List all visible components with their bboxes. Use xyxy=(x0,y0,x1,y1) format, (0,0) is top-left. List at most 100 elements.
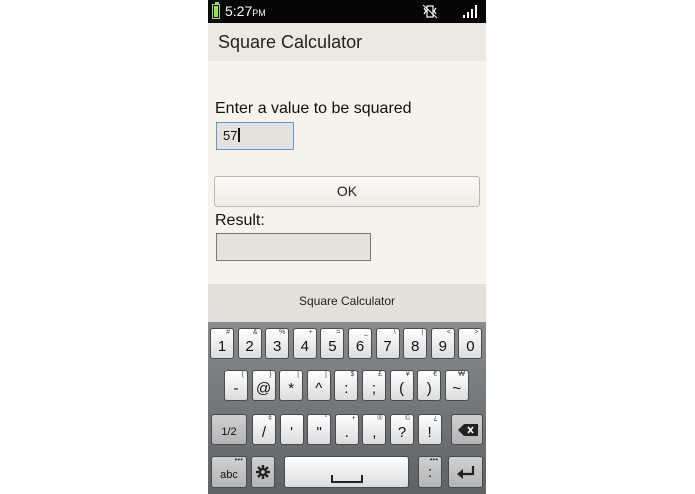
key-label: @ xyxy=(255,380,272,397)
key-secondary-label: { xyxy=(241,371,244,378)
key-label: 2 xyxy=(245,338,254,355)
status-bar: 5:27PM xyxy=(208,0,486,23)
key-row3-0[interactable]: ¢ / xyxy=(252,414,276,445)
space-bar[interactable] xyxy=(284,456,409,488)
key-row1-8[interactable]: <9 xyxy=(430,328,455,359)
key-half-toggle[interactable]: 1/2 xyxy=(211,414,247,445)
key-label: 3 xyxy=(273,338,282,355)
keyboard: #1 & 2% 3 +4 = 5 _ 6 \ 7 | 8 <9 >0 {-} @[*] ^ $: £; ¥(€) ₩ ~ … xyxy=(208,322,486,494)
key-secondary-label: + xyxy=(308,329,313,336)
key-label: 6 xyxy=(355,338,365,355)
key-secondary-label: # xyxy=(226,329,230,336)
battery-icon xyxy=(212,2,220,19)
key-secondary-label: ₩ xyxy=(458,371,465,378)
key-row1-6[interactable]: \ 7 xyxy=(375,328,400,359)
gear-icon xyxy=(256,465,270,479)
key-label: - xyxy=(233,380,239,397)
key-label: : xyxy=(344,380,349,397)
key-label: 0 xyxy=(466,338,475,355)
key-secondary-label: < xyxy=(446,329,451,336)
keyboard-settings-key[interactable] xyxy=(251,456,275,488)
vibrate-icon xyxy=(422,4,438,19)
key-secondary-label: ¢ xyxy=(268,415,272,422)
key-label: 1 xyxy=(217,338,227,355)
key-secondary-label: ] xyxy=(324,371,327,378)
key-label: ; xyxy=(371,380,377,397)
key-row2-0[interactable]: {- xyxy=(224,370,248,401)
key-row1-2[interactable]: % 3 xyxy=(265,328,290,359)
key-row1-0[interactable]: #1 xyxy=(210,328,234,359)
key-secondary-label: [ xyxy=(297,371,300,378)
key-label: ) xyxy=(426,380,432,397)
key-label: 5 xyxy=(328,338,337,355)
app-title-bar: Square Calculator xyxy=(208,23,486,61)
key-label: ? xyxy=(397,424,407,441)
key-row3-2[interactable]: ° " xyxy=(307,414,332,445)
key-abc[interactable]: abc ••• xyxy=(211,455,247,488)
key-label: ~ xyxy=(452,380,462,397)
key-secondary-label: _ xyxy=(364,329,368,336)
value-prompt-label: Enter a value to be squared xyxy=(215,100,412,117)
result-field xyxy=(216,233,371,261)
key-row2-7[interactable]: €) xyxy=(417,370,442,401)
key-row1-7[interactable]: | 8 xyxy=(403,328,428,359)
key-label: ' xyxy=(290,424,294,441)
key-label: 4 xyxy=(300,338,309,355)
key-label: , xyxy=(372,424,377,441)
key-row3-1[interactable]: ` ' xyxy=(279,414,304,445)
space-icon xyxy=(331,475,363,483)
key-label: 9 xyxy=(438,338,447,355)
key-secondary-label: | xyxy=(421,329,424,336)
value-input[interactable]: 57 xyxy=(216,122,294,150)
key-label: * xyxy=(288,380,295,397)
key-row2-6[interactable]: ¥( xyxy=(389,370,414,401)
key-secondary-label: % xyxy=(278,329,286,336)
key-label: / xyxy=(261,424,267,441)
signal-icon xyxy=(463,5,477,18)
key-row1-5[interactable]: _ 6 xyxy=(348,328,372,359)
key-secondary-label: ¿ xyxy=(433,415,438,422)
key-secondary-label: } xyxy=(269,371,272,378)
key-secondary-label: ® xyxy=(377,415,383,422)
key-row2-8[interactable]: ₩ ~ xyxy=(444,370,469,401)
key-row1-9[interactable]: >0 xyxy=(458,328,483,359)
key-label: ^ xyxy=(315,380,323,397)
clock: 5:27PM xyxy=(225,3,266,19)
key-row2-3[interactable]: ] ^ xyxy=(306,370,331,401)
text-caret xyxy=(238,128,241,142)
phone-screen: 5:27PM Square Calculator Enter a value t… xyxy=(208,0,486,494)
key-row2-4[interactable]: $: xyxy=(334,370,359,401)
ok-button[interactable]: OK xyxy=(214,176,480,207)
enter-key[interactable] xyxy=(448,456,483,488)
backspace-key[interactable] xyxy=(451,414,483,445)
key-secondary-label: \ xyxy=(393,329,396,336)
key-secondary-label: $ xyxy=(350,371,355,378)
key-row1-3[interactable]: +4 xyxy=(292,328,317,359)
key-secondary-label: • xyxy=(352,415,355,422)
key-colon[interactable]: : ••• xyxy=(418,455,442,488)
key-secondary-label: ¥ xyxy=(405,371,410,378)
key-row2-1[interactable]: } @ xyxy=(251,370,276,401)
key-secondary-label: & xyxy=(252,329,258,336)
key-label: " xyxy=(316,424,322,441)
key-secondary-label: © xyxy=(404,415,410,422)
key-row3-5[interactable]: ©? xyxy=(390,414,414,445)
key-secondary-label: £ xyxy=(378,371,382,378)
key-row1-4[interactable]: = 5 xyxy=(320,328,345,359)
key-label: ( xyxy=(399,380,405,397)
key-row3-3[interactable]: •. xyxy=(334,414,359,445)
keyboard-header-title: Square Calculator xyxy=(298,294,396,308)
key-secondary-label: = xyxy=(336,329,341,336)
key-label: . xyxy=(344,424,349,441)
key-label: ! xyxy=(427,424,432,441)
key-row3-6[interactable]: ¿! xyxy=(417,414,442,445)
keyboard-header: Square Calculator xyxy=(208,284,486,322)
key-row3-4[interactable]: ®, xyxy=(362,414,387,445)
enter-icon xyxy=(457,466,475,479)
key-row2-5[interactable]: £; xyxy=(362,370,386,401)
key-secondary-label: ° xyxy=(324,415,328,422)
key-row2-2[interactable]: [* xyxy=(279,370,304,401)
key-row1-1[interactable]: & 2 xyxy=(237,328,262,359)
key-label: 8 xyxy=(411,338,420,355)
result-label: Result: xyxy=(215,212,265,229)
